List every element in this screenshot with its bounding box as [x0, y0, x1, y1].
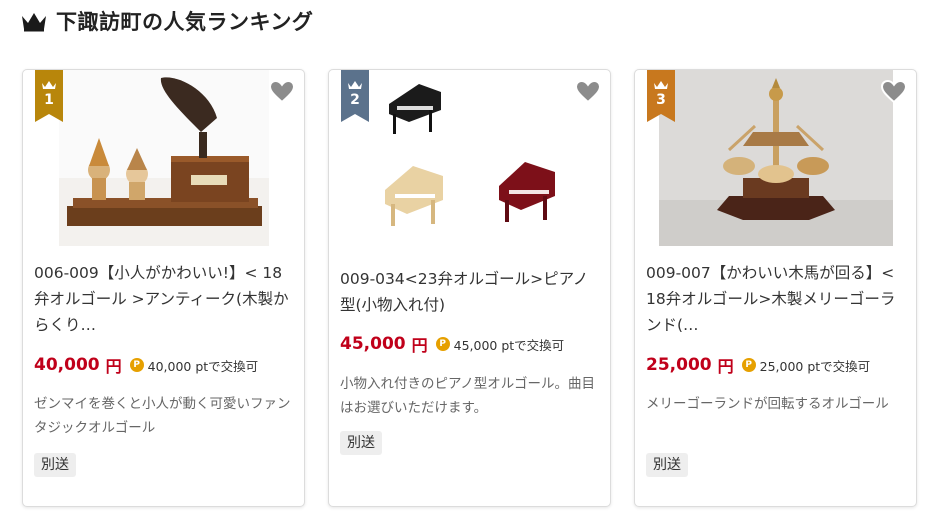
shipping-badge: 別送	[646, 453, 688, 477]
product-description: ゼンマイを巻くと小人が動く可愛いファンタジックオルゴール	[34, 396, 291, 436]
shipping-badge: 別送	[34, 453, 76, 477]
price-row: 45,000 円 P 45,000 ptで交換可	[340, 332, 564, 356]
rank-badge: 3	[647, 70, 675, 122]
ranking-header: 下諏訪町の人気ランキング	[20, 6, 313, 36]
crown-icon	[22, 13, 46, 32]
product-image[interactable]	[59, 70, 269, 246]
product-image[interactable]	[659, 70, 893, 246]
price-value: 40,000	[34, 355, 100, 375]
ranking-card-1[interactable]: 1 006-009【小人がかわいい!】< 18弁オルゴール >アンティーク(木製…	[22, 69, 305, 507]
rank-number: 1	[44, 92, 54, 108]
price-unit: 円	[717, 357, 734, 376]
page-title: 下諏訪町の人気ランキング	[56, 10, 314, 34]
ranking-card-2[interactable]: 2 009-034<23弁オルゴール>ピアノ型(小物入れ付) 45,000 円 …	[328, 69, 611, 507]
rank-badge: 1	[35, 70, 63, 122]
point-icon: P	[741, 358, 756, 372]
favorite-heart-icon[interactable]	[268, 78, 296, 106]
product-description: 小物入れ付きのピアノ型オルゴール。曲目はお選びいただけます。	[340, 376, 596, 416]
product-title[interactable]: 009-007【かわいい木馬が回る】< 18弁オルゴール>木製メリーゴーランド(…	[646, 260, 908, 338]
favorite-heart-icon[interactable]	[574, 78, 602, 106]
price-unit: 円	[105, 357, 122, 376]
point-icon: P	[435, 337, 450, 351]
product-description: メリーゴーランドが回転するオルゴール	[646, 396, 889, 412]
price-row: 25,000 円 P 25,000 ptで交換可	[646, 353, 870, 377]
product-title[interactable]: 006-009【小人がかわいい!】< 18弁オルゴール >アンティーク(木製から…	[34, 260, 296, 338]
ranking-card-3[interactable]: 3 009-007【かわいい木馬が回る】< 18弁オルゴール>木製メリーゴーラン…	[634, 69, 917, 507]
rank-badge: 2	[341, 70, 369, 122]
favorite-heart-icon[interactable]	[880, 78, 908, 106]
price-unit: 円	[411, 336, 428, 355]
price-value: 45,000	[340, 334, 406, 354]
point-icon: P	[129, 358, 144, 372]
product-title[interactable]: 009-034<23弁オルゴール>ピアノ型(小物入れ付)	[340, 266, 602, 318]
price-value: 25,000	[646, 355, 712, 375]
point-exchange-text: 45,000 ptで交換可	[453, 337, 565, 353]
point-exchange-text: 40,000 ptで交換可	[147, 358, 259, 374]
product-image[interactable]	[365, 70, 575, 246]
rank-number: 2	[350, 92, 360, 108]
rank-number: 3	[656, 92, 666, 108]
price-row: 40,000 円 P 40,000 ptで交換可	[34, 353, 258, 377]
point-exchange-text: 25,000 ptで交換可	[759, 358, 871, 374]
shipping-badge: 別送	[340, 431, 382, 455]
